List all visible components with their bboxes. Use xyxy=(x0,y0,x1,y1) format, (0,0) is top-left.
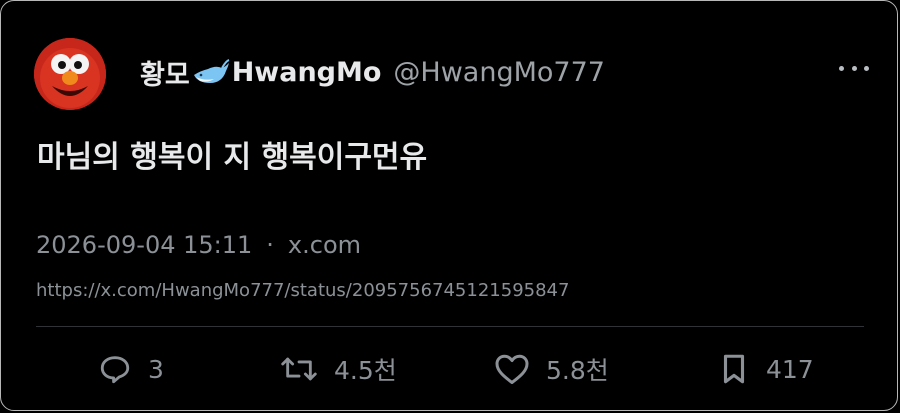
reply-button[interactable]: 3 xyxy=(98,350,164,388)
whale-icon xyxy=(192,59,230,85)
display-name[interactable]: 황모 xyxy=(140,53,190,92)
heart-icon xyxy=(495,354,529,384)
timestamp[interactable]: 2026-09-04 15:11 xyxy=(36,231,252,259)
display-name-suffix[interactable]: HwangMo xyxy=(232,57,382,88)
reply-count: 3 xyxy=(148,354,164,384)
retweet-count: 4.5천 xyxy=(334,356,397,385)
more-options-icon[interactable] xyxy=(839,58,869,78)
reply-icon xyxy=(100,356,130,384)
source-link[interactable]: x.com xyxy=(288,231,361,259)
tweet-text: 마님의 행복이 지 행복이구먼유 xyxy=(37,140,428,175)
handle[interactable]: @HwangMo777 xyxy=(393,57,605,88)
retweet-icon xyxy=(281,357,317,381)
meta-separator: · xyxy=(266,231,274,259)
bookmark-count: 417 xyxy=(766,354,814,384)
tweet-url[interactable]: https://x.com/HwangMo777/status/20957567… xyxy=(36,280,569,301)
retweet-button[interactable]: 4.5천 xyxy=(280,350,397,388)
avatar[interactable] xyxy=(34,38,106,110)
elmo-avatar-icon xyxy=(34,38,106,110)
author-line: 황모 HwangMo @HwangMo777 xyxy=(140,52,605,92)
bookmark-button[interactable]: 417 xyxy=(718,350,814,388)
like-button[interactable]: 5.8천 xyxy=(494,350,609,388)
bookmark-icon xyxy=(723,354,745,384)
tweet-meta: 2026-09-04 15:11 · x.com xyxy=(36,231,361,259)
divider xyxy=(36,326,864,327)
like-count: 5.8천 xyxy=(546,356,609,385)
